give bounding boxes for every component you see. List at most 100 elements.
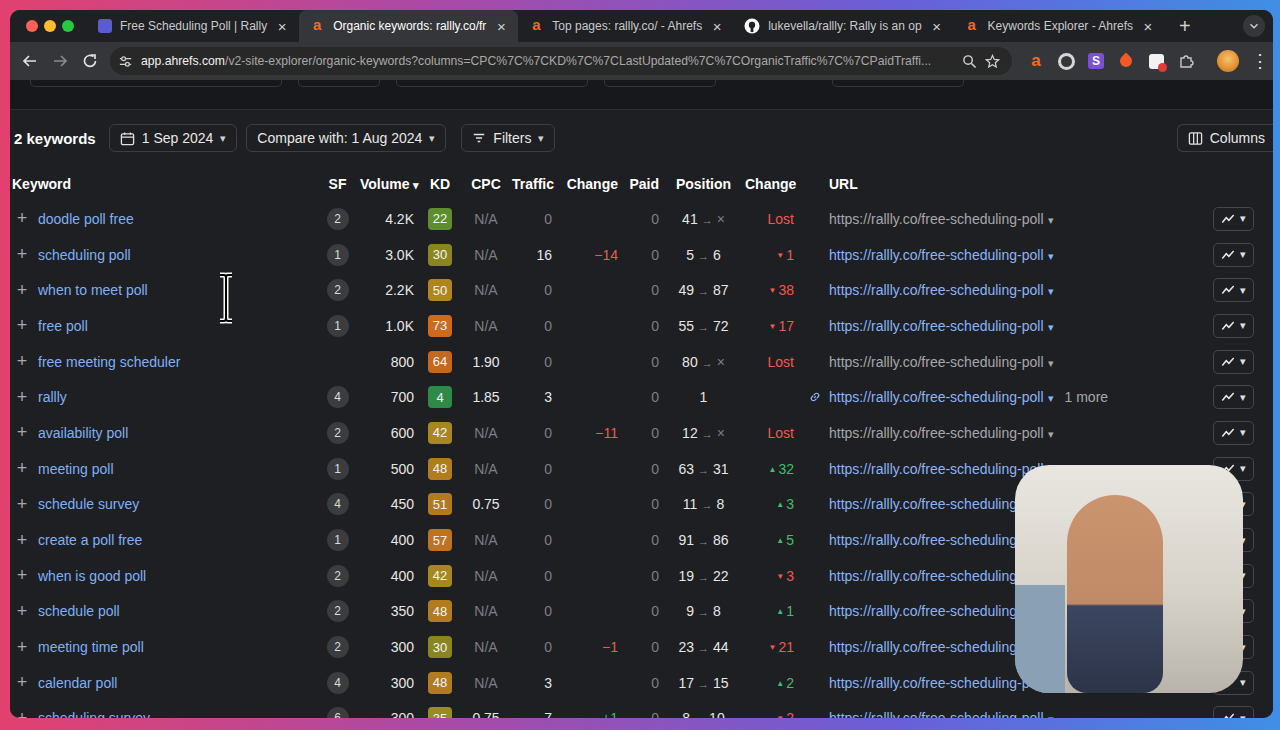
expand-button[interactable]: + [10, 422, 34, 443]
browser-tab[interactable]: a Top pages: rallly.co/ - Ahrefs × [518, 10, 734, 42]
keyword-link[interactable]: create a poll free [34, 532, 315, 548]
more-urls[interactable]: 1 more [1065, 389, 1109, 405]
url-link[interactable]: https://rallly.co/free-scheduling-poll▾ [829, 354, 1054, 370]
chart-menu-button[interactable]: ▾ [1213, 278, 1254, 302]
expand-button[interactable]: + [10, 244, 34, 265]
browser-tab[interactable]: a Keywords Explorer - Ahrefs × [954, 10, 1165, 42]
column-header[interactable]: Traffic [512, 176, 558, 192]
column-header[interactable]: KD [420, 176, 460, 192]
serp-features-badge[interactable]: 2 [327, 279, 349, 301]
column-header[interactable]: Change [558, 176, 622, 192]
serp-features-badge[interactable]: 2 [327, 422, 349, 444]
forward-arrow-icon[interactable] [50, 51, 70, 71]
url-link[interactable]: https://rallly.co/free-scheduling-poll▾ [829, 282, 1054, 298]
chart-menu-button[interactable]: ▾ [1213, 314, 1254, 338]
expand-button[interactable]: + [10, 530, 34, 551]
chart-menu-button[interactable]: ▾ [1213, 207, 1254, 231]
expand-button[interactable]: + [10, 565, 34, 586]
serp-features-badge[interactable]: 6 [327, 707, 349, 718]
keyword-link[interactable]: schedule poll [34, 603, 315, 619]
url-link[interactable]: https://rallly.co/free-scheduling-poll▾ [829, 389, 1054, 405]
address-bar[interactable]: app.ahrefs.com/v2-site-explorer/organic-… [110, 47, 1012, 75]
tab-close-button[interactable]: × [494, 18, 508, 35]
url-link[interactable]: https://rallly.co/free-scheduling-poll▾ [829, 425, 1054, 441]
expand-button[interactable]: + [10, 601, 34, 622]
expand-button[interactable]: + [10, 458, 34, 479]
keyword-link[interactable]: free meeting scheduler [34, 354, 315, 370]
tab-close-button[interactable]: × [710, 18, 724, 35]
extension-button[interactable] [1057, 52, 1075, 70]
serp-features-badge[interactable]: 2 [327, 565, 349, 587]
profile-avatar[interactable] [1217, 50, 1239, 72]
column-header[interactable]: URL [808, 176, 1205, 192]
chart-menu-button[interactable]: ▾ [1213, 350, 1254, 374]
keyword-link[interactable]: calendar poll [34, 675, 315, 691]
reload-icon[interactable] [80, 51, 100, 71]
minimize-window-button[interactable] [44, 20, 56, 32]
keyword-link[interactable]: schedule survey [34, 496, 315, 512]
keyword-link[interactable]: availability poll [34, 425, 315, 441]
expand-button[interactable]: + [10, 351, 34, 372]
column-header[interactable]: SF [315, 176, 360, 192]
column-header[interactable]: Change [745, 176, 808, 192]
extension-button[interactable] [1177, 52, 1195, 70]
chart-menu-button[interactable]: ▾ [1213, 243, 1254, 267]
keyword-link[interactable]: scheduling poll [34, 247, 315, 263]
browser-tab[interactable]: Free Scheduling Poll | Rally × [88, 10, 299, 42]
serp-features-badge[interactable]: 2 [327, 208, 349, 230]
url-link[interactable]: https://rallly.co/free-scheduling-poll▾ [829, 211, 1054, 227]
columns-button[interactable]: Columns [1177, 124, 1273, 152]
keyword-link[interactable]: free poll [34, 318, 315, 334]
serp-features-badge[interactable]: 1 [327, 315, 349, 337]
keyword-link[interactable]: rallly [34, 389, 315, 405]
expand-button[interactable]: + [10, 708, 34, 718]
url-link[interactable]: https://rallly.co/free-scheduling-poll▾ [829, 710, 1054, 718]
column-header[interactable]: Volume▾ [360, 176, 420, 192]
browser-tab[interactable]: lukevella/rallly: Rally is an op × [734, 10, 953, 42]
site-settings-icon[interactable] [118, 54, 133, 69]
tab-close-button[interactable]: × [930, 18, 944, 35]
column-header[interactable]: Keyword [10, 176, 315, 192]
tab-close-button[interactable]: × [275, 18, 289, 35]
serp-features-badge[interactable]: 1 [327, 529, 349, 551]
zoom-icon[interactable] [962, 54, 977, 69]
expand-button[interactable]: + [10, 494, 34, 515]
date-picker[interactable]: 1 Sep 2024▾ [109, 124, 238, 152]
zoom-window-button[interactable] [62, 20, 74, 32]
serp-features-badge[interactable]: 4 [327, 493, 349, 515]
chart-menu-button[interactable]: ▾ [1213, 385, 1254, 409]
extension-button[interactable]: a [1027, 52, 1045, 70]
expand-button[interactable]: + [10, 315, 34, 336]
expand-button[interactable]: + [10, 637, 34, 658]
compare-picker[interactable]: Compare with: 1 Aug 2024▾ [246, 124, 446, 152]
extension-button[interactable]: S [1087, 52, 1105, 70]
keyword-link[interactable]: scheduling survey [34, 710, 315, 718]
close-window-button[interactable] [26, 20, 38, 32]
browser-menu-button[interactable]: ⋮ [1251, 50, 1265, 72]
extension-button[interactable] [1117, 52, 1135, 70]
tab-search-button[interactable] [1243, 15, 1265, 37]
url-link[interactable]: https://rallly.co/free-scheduling-poll▾ [829, 247, 1054, 263]
keyword-link[interactable]: meeting time poll [34, 639, 315, 655]
keyword-link[interactable]: when is good poll [34, 568, 315, 584]
browser-tab[interactable]: a Organic keywords: rallly.co/fr × [299, 10, 518, 42]
filters-button[interactable]: Filters▾ [461, 124, 555, 152]
new-tab-button[interactable]: + [1175, 15, 1195, 38]
bookmark-star-icon[interactable] [985, 54, 1000, 69]
expand-button[interactable]: + [10, 387, 34, 408]
chart-menu-button[interactable]: ▾ [1213, 421, 1254, 445]
tab-close-button[interactable]: × [1141, 18, 1155, 35]
expand-button[interactable]: + [10, 672, 34, 693]
keyword-link[interactable]: when to meet poll [34, 282, 315, 298]
column-header[interactable]: CPC [460, 176, 512, 192]
url-link[interactable]: https://rallly.co/free-scheduling-poll▾ [829, 318, 1054, 334]
serp-features-badge[interactable]: 2 [327, 600, 349, 622]
serp-features-badge[interactable]: 1 [327, 244, 349, 266]
serp-features-badge[interactable]: 1 [327, 458, 349, 480]
expand-button[interactable]: + [10, 208, 34, 229]
serp-features-badge[interactable]: 4 [327, 386, 349, 408]
extension-button[interactable] [1147, 52, 1165, 70]
back-arrow-icon[interactable] [20, 51, 40, 71]
column-header[interactable]: Position [662, 176, 745, 192]
column-header[interactable]: Paid [622, 176, 662, 192]
